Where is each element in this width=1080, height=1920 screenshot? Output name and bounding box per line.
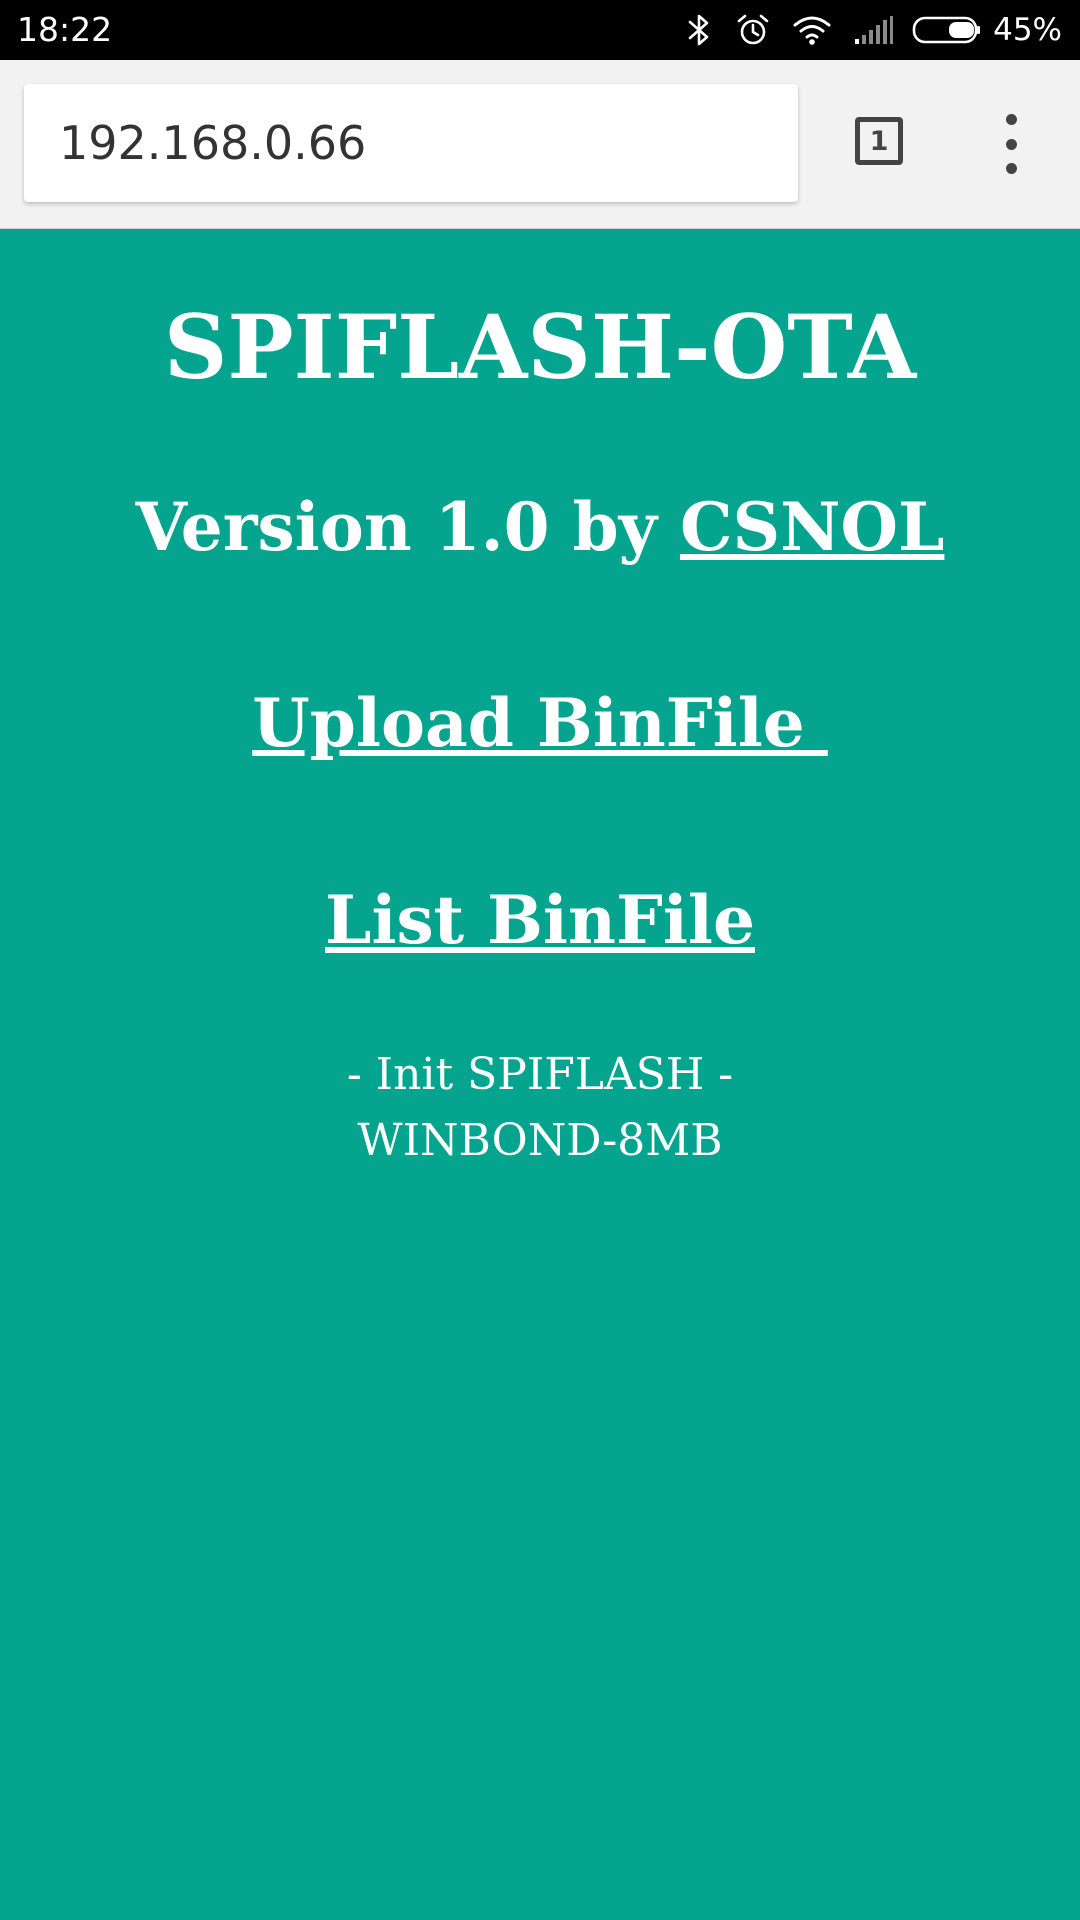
bluetooth-icon xyxy=(685,13,713,47)
flash-status: - Init SPIFLASH - WINBOND-8MB xyxy=(0,1042,1080,1174)
status-bar: 18:22 45% xyxy=(0,0,1080,60)
author-link[interactable]: CSNOL xyxy=(680,488,944,566)
cell-signal-icon xyxy=(853,15,895,45)
list-binfile-link[interactable]: List BinFile xyxy=(325,881,755,959)
flash-status-line-1: - Init SPIFLASH - xyxy=(346,1049,734,1100)
status-time: 18:22 xyxy=(17,10,113,49)
alarm-icon xyxy=(735,13,771,47)
menu-dot xyxy=(1005,138,1017,150)
tab-switcher-button[interactable]: 1 xyxy=(855,117,903,165)
tab-count: 1 xyxy=(869,125,889,157)
browser-toolbar: 192.168.0.66 1 xyxy=(0,60,1080,229)
battery-percent: 45% xyxy=(993,12,1062,48)
version-text: Version 1.0 by xyxy=(135,488,680,566)
flash-chip-line: WINBOND-8MB xyxy=(357,1115,723,1166)
overflow-menu-icon[interactable] xyxy=(996,114,1026,174)
wifi-icon xyxy=(791,14,833,46)
upload-link-row: Upload BinFile xyxy=(0,687,1080,760)
upload-binfile-link[interactable]: Upload BinFile xyxy=(252,684,828,762)
menu-dot xyxy=(1005,163,1017,174)
menu-dot xyxy=(1005,114,1017,125)
page-title: SPIFLASH-OTA xyxy=(163,295,917,399)
status-icons: 45% xyxy=(685,0,1062,60)
battery-icon xyxy=(911,15,983,45)
version-line: Version 1.0 by CSNOL xyxy=(0,491,1080,564)
list-link-row: List BinFile xyxy=(0,884,1080,957)
url-text[interactable]: 192.168.0.66 xyxy=(59,84,366,202)
address-bar[interactable]: 192.168.0.66 xyxy=(24,84,798,202)
